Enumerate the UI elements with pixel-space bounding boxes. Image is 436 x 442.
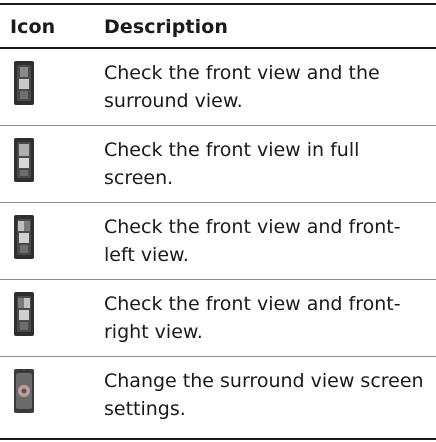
camera-view-front-surround-icon [14,61,34,105]
table-bottom-rule [0,438,436,440]
camera-view-front-left-icon [14,215,34,259]
camera-view-front-right-icon [14,292,34,336]
table-row: Check the front view and front-left view… [0,203,436,280]
table-row: Check the front view and front-right vie… [0,280,436,357]
row-description: Change the surround view screen settings… [104,370,424,420]
row-description: Check the front view and the surround vi… [104,62,380,112]
table-header: Icon Description [0,5,436,47]
header-icon: Icon [10,16,56,38]
header-description: Description [104,16,228,38]
table-row: Change the surround view screen settings… [0,357,436,433]
row-description: Check the front view and front-right vie… [104,293,401,343]
surround-view-settings-icon [14,369,34,413]
table-row: Check the front view in full screen. [0,126,436,203]
row-description: Check the front view in full screen. [104,139,360,189]
camera-view-front-full-icon [14,138,34,182]
row-description: Check the front view and front-left view… [104,216,401,266]
table-row: Check the front view and the surround vi… [0,49,436,126]
